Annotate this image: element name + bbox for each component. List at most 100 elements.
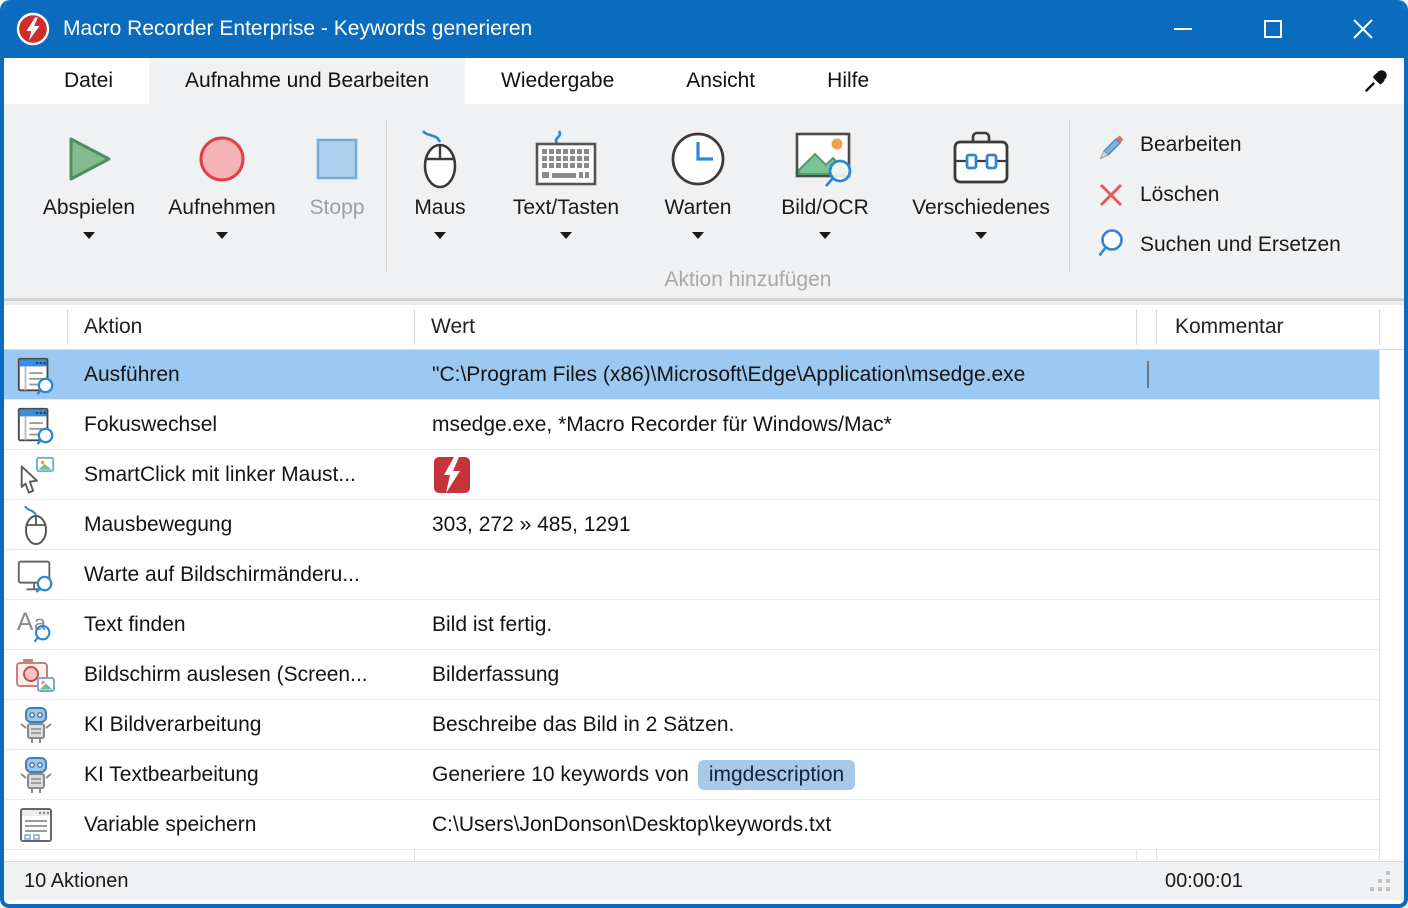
abspielen-button[interactable]: Abspielen xyxy=(22,104,156,298)
table-edge-line xyxy=(1379,350,1380,850)
comment-cell[interactable] xyxy=(1157,750,1379,799)
table-footer-strip xyxy=(4,850,1404,861)
value-cell: Bild ist fertig. xyxy=(415,613,1157,637)
chevron-down-icon xyxy=(975,232,987,239)
table-row-ki-bildverarbeitung[interactable]: KI Bildverarbeitung Beschreibe das Bild … xyxy=(4,700,1379,750)
find-text-icon: A a xyxy=(4,604,68,646)
column-divider[interactable] xyxy=(1379,309,1380,345)
ai-robot-icon xyxy=(4,754,68,796)
mouse-icon xyxy=(412,126,468,192)
chevron-down-icon xyxy=(434,232,446,239)
table-row-warte-bildschirm[interactable]: Warte auf Bildschirmänderu... xyxy=(4,550,1379,600)
column-header-wert[interactable]: Wert xyxy=(431,315,475,339)
chevron-down-icon xyxy=(560,232,572,239)
action-cell: Mausbewegung xyxy=(68,513,415,537)
comment-cell[interactable] xyxy=(1157,600,1379,649)
table-row-text-finden[interactable]: A a Text finden Bild ist fertig. xyxy=(4,600,1379,650)
close-button[interactable] xyxy=(1318,0,1408,58)
comment-cell[interactable] xyxy=(1157,450,1379,499)
comment-cell[interactable] xyxy=(1157,550,1379,599)
table-row-mausbewegung[interactable]: Mausbewegung 303, 272 » 485, 1291 xyxy=(4,500,1379,550)
column-divider[interactable] xyxy=(414,309,415,345)
action-group-label: Aktion hinzufügen xyxy=(402,268,1094,292)
briefcase-icon xyxy=(948,126,1014,192)
pin-icon[interactable] xyxy=(1362,67,1390,95)
table-row-ausfuehren[interactable]: Ausführen "C:\Program Files (x86)\Micros… xyxy=(4,350,1379,400)
macro-recorder-logo xyxy=(432,454,472,496)
tab-datei[interactable]: Datei xyxy=(28,58,149,104)
image-ocr-icon xyxy=(792,126,858,192)
table-row-fokuswechsel[interactable]: Fokuswechsel msedge.exe, *Macro Recorder… xyxy=(4,400,1379,450)
button-label: Verschiedenes xyxy=(912,196,1050,220)
tab-label: Datei xyxy=(64,69,113,93)
action-cell: Ausführen xyxy=(68,363,415,387)
delete-x-icon xyxy=(1096,178,1132,212)
minimize-button[interactable] xyxy=(1138,0,1228,58)
text-caret xyxy=(1147,361,1149,388)
stopp-button[interactable]: Stopp xyxy=(288,104,386,298)
menu-tab-bar: Datei Aufnahme und Bearbeiten Wiedergabe… xyxy=(4,58,1404,104)
column-header-kommentar[interactable]: Kommentar xyxy=(1175,315,1284,339)
smartclick-icon xyxy=(4,454,68,496)
resize-grip-icon[interactable] xyxy=(1368,871,1390,891)
column-header-aktion[interactable]: Aktion xyxy=(84,315,142,339)
tab-label: Hilfe xyxy=(827,69,869,93)
column-divider[interactable] xyxy=(1156,309,1157,345)
stop-icon xyxy=(313,126,361,192)
button-label: Abspielen xyxy=(43,196,135,220)
button-label: Bild/OCR xyxy=(781,196,869,220)
bearbeiten-button[interactable]: Bearbeiten xyxy=(1096,120,1341,170)
mouse-move-icon xyxy=(4,504,68,546)
value-cell xyxy=(415,454,1157,496)
comment-cell[interactable] xyxy=(1157,800,1379,849)
table-row-smartclick[interactable]: SmartClick mit linker Maust... xyxy=(4,450,1379,500)
variable-chip[interactable]: imgdescription xyxy=(698,760,855,790)
tab-wiedergabe[interactable]: Wiedergabe xyxy=(465,58,650,104)
table-row-variable-speichern[interactable]: Variable speichern C:\Users\JonDonson\De… xyxy=(4,800,1379,850)
comment-cell[interactable] xyxy=(1157,650,1379,699)
title-bar: Macro Recorder Enterprise - Keywords gen… xyxy=(0,0,1408,58)
search-icon xyxy=(1096,228,1132,262)
tab-hilfe[interactable]: Hilfe xyxy=(791,58,905,104)
column-divider[interactable] xyxy=(67,309,68,345)
action-cell: Fokuswechsel xyxy=(68,413,415,437)
value-text: Generiere 10 keywords von xyxy=(432,763,689,787)
chevron-down-icon xyxy=(819,232,831,239)
tab-aufnahme-und-bearbeiten[interactable]: Aufnahme und Bearbeiten xyxy=(149,58,465,104)
value-cell: Generiere 10 keywords von imgdescription xyxy=(415,760,1157,790)
comment-cell[interactable] xyxy=(1157,500,1379,549)
macro-recorder-logo-icon xyxy=(16,12,50,46)
comment-cell[interactable] xyxy=(1157,350,1379,399)
save-variable-icon xyxy=(4,804,68,846)
table-row-bildschirm-auslesen[interactable]: Bildschirm auslesen (Screen... Bilderfas… xyxy=(4,650,1379,700)
play-icon xyxy=(63,126,115,192)
action-cell: KI Bildverarbeitung xyxy=(68,713,415,737)
value-cell: Beschreibe das Bild in 2 Sätzen. xyxy=(415,713,1157,737)
column-divider[interactable] xyxy=(1136,309,1137,345)
wait-screen-change-icon xyxy=(4,554,68,596)
keyboard-icon xyxy=(533,126,599,192)
chevron-down-icon xyxy=(83,232,95,239)
svg-text:A: A xyxy=(17,608,34,635)
value-cell: C:\Users\JonDonson\Desktop\keywords.txt xyxy=(415,813,1157,837)
table-rows: Ausführen "C:\Program Files (x86)\Micros… xyxy=(4,350,1404,850)
loeschen-button[interactable]: Löschen xyxy=(1096,170,1341,220)
app-window: Macro Recorder Enterprise - Keywords gen… xyxy=(0,0,1408,908)
table-row-ki-textbearbeitung[interactable]: KI Textbearbeitung Generiere 10 keywords… xyxy=(4,750,1379,800)
comment-cell[interactable] xyxy=(1157,400,1379,449)
aufnehmen-button[interactable]: Aufnehmen xyxy=(156,104,288,298)
macro-duration: 00:00:01 xyxy=(1165,870,1243,893)
tab-ansicht[interactable]: Ansicht xyxy=(650,58,791,104)
status-bar: 10 Aktionen 00:00:01 xyxy=(4,861,1404,900)
action-cell: Warte auf Bildschirmänderu... xyxy=(68,563,415,587)
edit-actions-panel: Bearbeiten Löschen Suche xyxy=(1070,104,1341,298)
comment-cell[interactable] xyxy=(1157,700,1379,749)
button-label: Warten xyxy=(665,196,732,220)
suchen-und-ersetzen-button[interactable]: Suchen und Ersetzen xyxy=(1096,220,1341,270)
ai-robot-icon xyxy=(4,704,68,746)
maximize-icon xyxy=(1262,18,1284,40)
button-label: Aufnehmen xyxy=(168,196,275,220)
run-program-icon xyxy=(4,354,68,396)
maximize-button[interactable] xyxy=(1228,0,1318,58)
focus-window-icon xyxy=(4,404,68,446)
